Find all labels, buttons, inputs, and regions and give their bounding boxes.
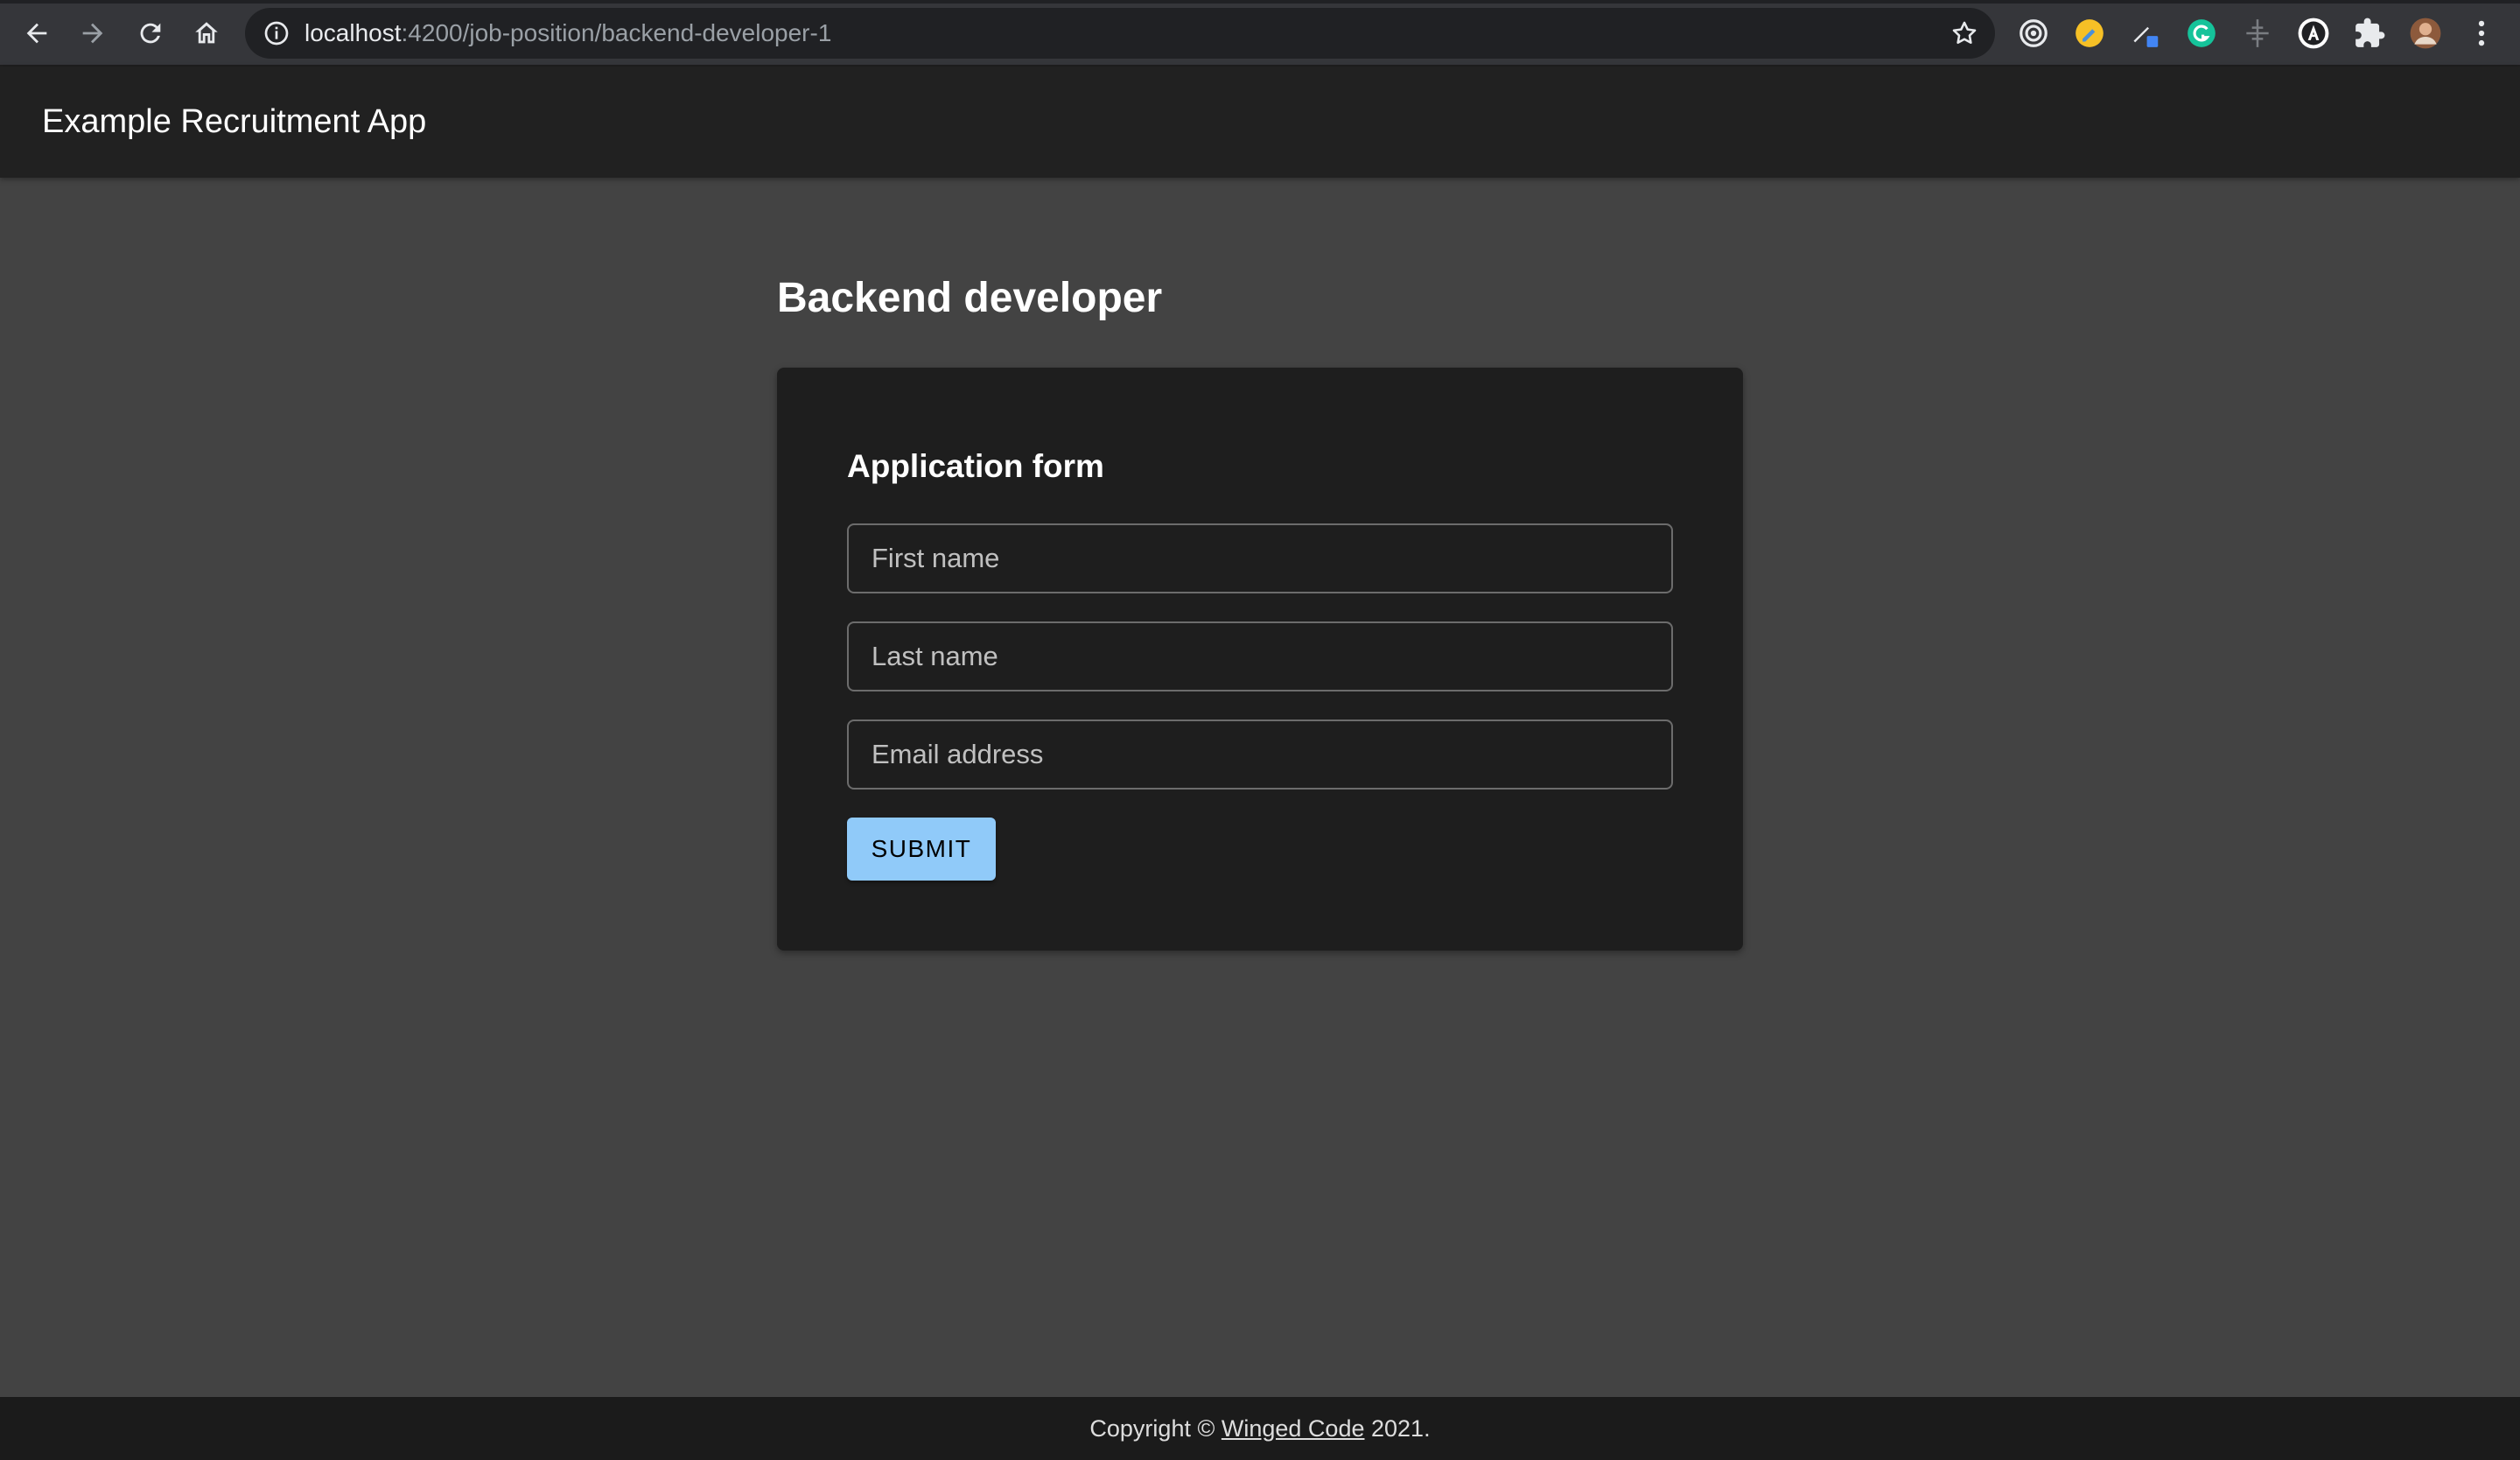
last-name-field[interactable] (847, 621, 1673, 691)
app-title[interactable]: Example Recruitment App (42, 67, 426, 178)
browser-toolbar: localhost:4200/job-position/backend-deve… (0, 0, 2520, 67)
back-icon[interactable] (18, 14, 56, 53)
form-title: Application form (847, 448, 1104, 484)
copyright-prefix: Copyright © (1089, 1415, 1215, 1442)
url-path: :4200/job-position/backend-developer-1 (401, 19, 832, 46)
angular-devtools-extension-icon[interactable] (2296, 16, 2331, 51)
browser-menu-icon[interactable] (2464, 16, 2499, 51)
forward-icon[interactable] (74, 14, 112, 53)
reload-icon[interactable] (131, 14, 170, 53)
app-toolbar: Example Recruitment App (0, 67, 2520, 178)
bookmark-star-icon[interactable] (1950, 18, 1979, 48)
url-text[interactable]: localhost:4200/job-position/backend-deve… (304, 8, 831, 59)
site-info-icon[interactable] (262, 19, 290, 47)
tab-strip-edge (0, 0, 2520, 4)
copyright-year: 2021. (1371, 1415, 1431, 1442)
email-field[interactable] (847, 719, 1673, 790)
footer: Copyright © Winged Code 2021. (0, 1397, 2520, 1460)
address-bar[interactable]: localhost:4200/job-position/backend-deve… (245, 8, 1995, 59)
grammarly-extension-icon[interactable] (2184, 16, 2219, 51)
home-icon[interactable] (187, 14, 226, 53)
color-picker-extension-icon[interactable] (2128, 16, 2163, 51)
submit-button[interactable]: SUBMIT (847, 818, 996, 881)
winged-code-link[interactable]: Winged Code (1222, 1415, 1365, 1442)
url-host: localhost (304, 19, 402, 46)
page-title: Backend developer (777, 275, 1163, 321)
extensions-puzzle-icon[interactable] (2352, 16, 2387, 51)
pencil-extension-icon[interactable] (2072, 16, 2107, 51)
target-extension-icon[interactable] (2016, 16, 2051, 51)
application-form-card: Application form SUBMIT (777, 368, 1743, 951)
ruler-extension-icon[interactable] (2240, 16, 2275, 51)
profile-avatar[interactable] (2408, 16, 2443, 51)
first-name-field[interactable] (847, 523, 1673, 593)
